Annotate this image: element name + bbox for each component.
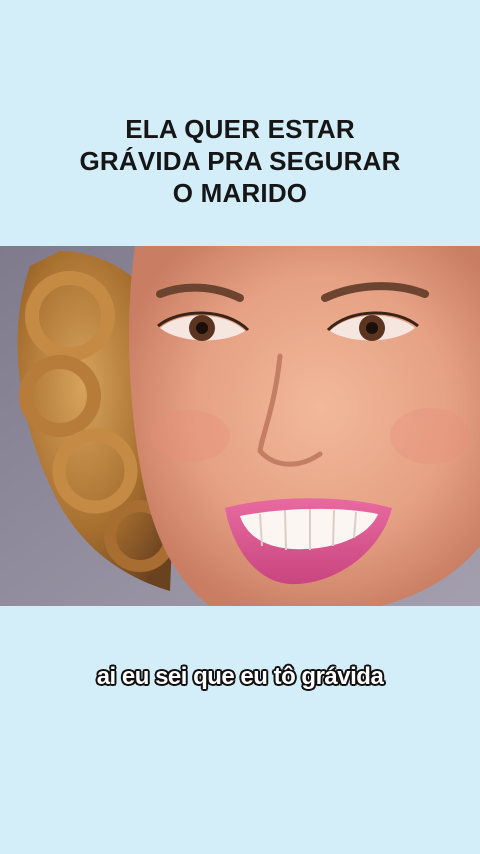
title-line: O MARIDO [172, 178, 308, 208]
overlay-title: ELA QUER ESTAR GRÁVIDA PRA SEGURAR O MAR… [0, 113, 480, 209]
subtitle-caption: ai eu sei que eu tô grávida [96, 663, 384, 690]
title-line: ELA QUER ESTAR [125, 114, 355, 144]
title-line: GRÁVIDA PRA SEGURAR [79, 146, 401, 176]
video-frame[interactable] [0, 246, 480, 606]
video-still-image [0, 246, 480, 606]
